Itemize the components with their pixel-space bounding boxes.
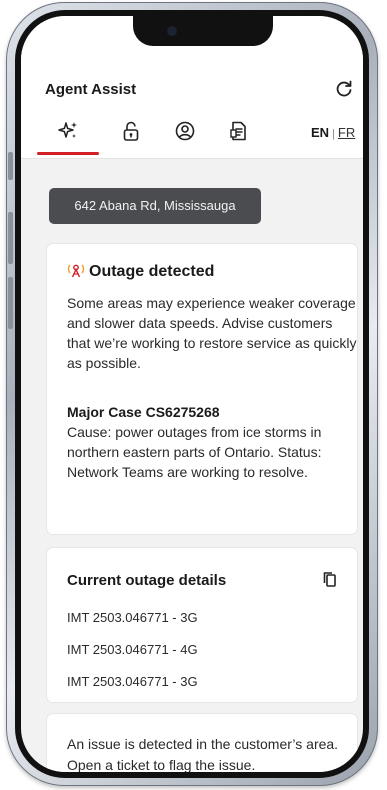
tab-documents[interactable] (219, 120, 259, 154)
volume-down-button (8, 277, 13, 329)
mute-switch (8, 152, 13, 180)
lock-icon (120, 120, 142, 147)
outage-details-card: Current outage details IMT 2503.046771 -… (47, 548, 357, 702)
language-separator: | (332, 128, 335, 140)
case-details: Cause: power outages from ice storms in … (67, 424, 322, 480)
details-title: Current outage details (67, 572, 227, 589)
tab-assist[interactable] (48, 120, 88, 154)
language-fr[interactable]: FR (338, 125, 355, 140)
case-title: Major Case CS6275268 (67, 404, 220, 420)
app-title: Agent Assist (45, 81, 137, 98)
issue-card: An issue is detected in the customer’s a… (47, 714, 357, 772)
phone-frame: Agent Assist EN | FR 642 Abana Rd, Missi… (6, 2, 378, 786)
outage-detail-row: IMT 2503.046771 - 3G (67, 610, 198, 625)
active-tab-indicator (37, 152, 99, 155)
address-pill: 642 Abana Rd, Mississauga (49, 188, 261, 224)
copy-icon[interactable] (321, 570, 339, 590)
outage-description: Some areas may experience weaker coverag… (67, 295, 357, 371)
outage-title: Outage detected (89, 263, 215, 280)
phone-screen: Agent Assist EN | FR 642 Abana Rd, Missi… (21, 16, 363, 772)
outage-detail-row: IMT 2503.046771 - 4G (67, 642, 198, 657)
document-icon (228, 120, 250, 147)
notch (133, 16, 273, 46)
signal-alert-icon (67, 261, 85, 284)
volume-up-button (8, 212, 13, 264)
language-toggle: EN | FR (311, 125, 355, 140)
camera-icon (167, 26, 177, 36)
language-en[interactable]: EN (311, 125, 329, 140)
issue-text: An issue is detected in the customer’s a… (67, 736, 339, 772)
sparkle-icon (57, 120, 79, 147)
outage-detail-row: IMT 2503.046771 - 3G (67, 674, 198, 689)
outage-heading: Outage detected (67, 261, 214, 284)
tab-security[interactable] (111, 120, 151, 154)
user-circle-icon (174, 120, 196, 147)
outage-card: Outage detected Some areas may experienc… (47, 244, 357, 534)
refresh-icon[interactable] (333, 78, 355, 100)
tab-profile[interactable] (165, 120, 205, 154)
